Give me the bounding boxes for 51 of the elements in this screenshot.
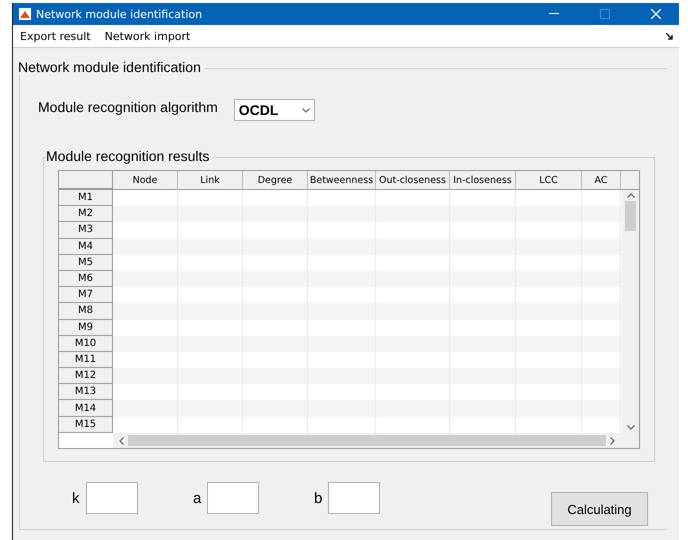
parameter-label: b: [314, 490, 324, 506]
row-header[interactable]: M2: [59, 206, 113, 222]
row-header[interactable]: M6: [59, 270, 113, 288]
menu-item[interactable]: Export result: [19, 28, 92, 44]
row-header[interactable]: M3: [59, 222, 113, 239]
close-icon[interactable]: [651, 9, 661, 19]
row-header[interactable]: M1: [59, 190, 113, 206]
row-header[interactable]: M12: [59, 368, 113, 384]
column-header[interactable]: Node: [113, 171, 178, 189]
scrollbar-thumb[interactable]: [625, 201, 636, 231]
scroll-right-icon[interactable]: [610, 436, 615, 444]
minimize-icon[interactable]: [549, 13, 559, 15]
row-header[interactable]: M15: [59, 416, 113, 433]
parameter-label: k: [72, 490, 80, 506]
scroll-left-icon[interactable]: [119, 436, 124, 444]
row-header[interactable]: M5: [59, 254, 113, 271]
scrollbar-thumb[interactable]: [128, 435, 606, 446]
input-field[interactable]: [328, 482, 380, 514]
row-header[interactable]: M11: [59, 352, 113, 368]
menu-item[interactable]: Network import: [104, 28, 192, 44]
vertical-scrollbar[interactable]: [622, 190, 639, 433]
algorithm-label: Module recognition algorithm: [38, 99, 218, 115]
scroll-down-icon[interactable]: [626, 425, 634, 430]
column-header[interactable]: Out-closeness: [376, 171, 450, 189]
column-header[interactable]: Degree: [243, 171, 308, 189]
algorithm-dropdown[interactable]: OCDL: [234, 99, 315, 121]
horizontal-scrollbar[interactable]: [113, 433, 639, 448]
panel-title: Network module identification: [18, 59, 205, 75]
scroll-up-icon[interactable]: [626, 193, 634, 198]
column-header[interactable]: Betweenness: [308, 171, 376, 189]
row-header[interactable]: M7: [59, 287, 113, 304]
app-logo-icon: [19, 8, 31, 20]
row-header[interactable]: M9: [59, 320, 113, 336]
row-header[interactable]: M4: [59, 238, 113, 255]
row-header[interactable]: M10: [59, 336, 113, 352]
calculate-button[interactable]: Calculating: [551, 492, 648, 526]
column-header[interactable]: AC: [582, 171, 621, 189]
column-header[interactable]: LCC: [516, 171, 582, 189]
row-header[interactable]: M14: [59, 400, 113, 417]
column-header[interactable]: Link: [178, 171, 243, 189]
row-header[interactable]: M8: [59, 303, 113, 320]
column-header[interactable]: In-closeness: [450, 171, 516, 189]
row-header[interactable]: M13: [59, 384, 113, 400]
chevron-down-icon: [302, 108, 310, 112]
input-field[interactable]: [86, 482, 138, 514]
maximize-icon[interactable]: [600, 9, 610, 19]
arrow-icon[interactable]: [666, 32, 673, 40]
parameter-label: a: [193, 490, 202, 506]
group-title: Module recognition results: [46, 148, 214, 164]
window-title: Network module identification: [36, 8, 204, 20]
input-field[interactable]: [207, 482, 259, 514]
